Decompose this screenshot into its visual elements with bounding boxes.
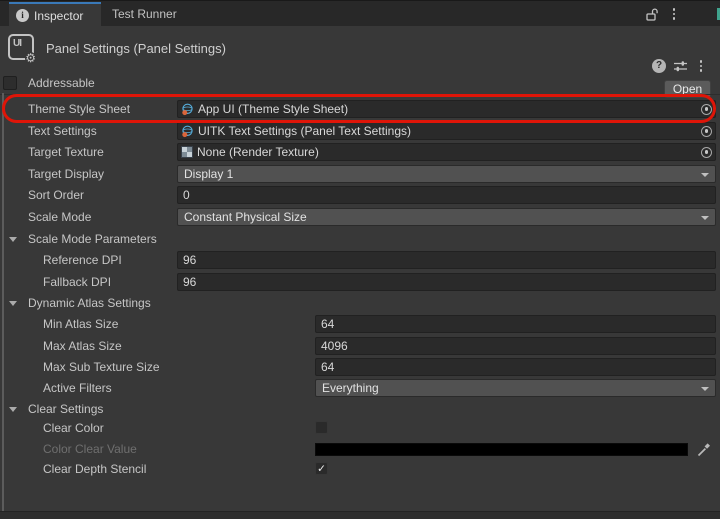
addressable-label: Addressable <box>28 76 95 90</box>
max-atlas-size-input[interactable]: 4096 <box>315 337 716 355</box>
active-filters-label: Active Filters <box>43 381 112 395</box>
tab-inspector-label: Inspector <box>34 8 84 23</box>
preset-icon[interactable] <box>673 59 688 73</box>
panel-bottom-edge <box>0 511 720 519</box>
scale-mode-parameters-label[interactable]: Scale Mode Parameters <box>28 232 157 246</box>
row-clear-color: Clear Color <box>0 418 720 439</box>
row-color-clear-value: Color Clear Value <box>0 439 720 460</box>
object-picker-icon[interactable] <box>701 103 712 115</box>
row-clear-depth-stencil: Clear Depth Stencil ✓ <box>0 459 720 480</box>
active-filters-value: Everything <box>322 381 379 395</box>
tab-test-runner[interactable]: Test Runner <box>112 1 177 27</box>
header-separator <box>0 94 720 95</box>
component-menu-kebab-icon[interactable] <box>695 59 707 73</box>
lock-icon[interactable] <box>644 7 660 22</box>
clear-depth-stencil-label: Clear Depth Stencil <box>43 462 147 476</box>
panel-left-edge <box>2 93 4 519</box>
object-picker-icon[interactable] <box>701 146 712 158</box>
scale-mode-dropdown[interactable]: Constant Physical Size <box>177 208 716 226</box>
theme-style-sheet-object-field[interactable]: App UI (Theme Style Sheet) <box>177 100 716 118</box>
clear-color-checkbox[interactable] <box>315 421 328 434</box>
dropdown-arrow-icon <box>701 173 709 177</box>
row-reference-dpi: Reference DPI 96 <box>0 250 720 271</box>
foldout-icon[interactable] <box>9 301 17 306</box>
render-texture-icon <box>181 146 193 158</box>
foldout-icon[interactable] <box>9 407 17 412</box>
row-target-display: Target Display Display 1 <box>0 164 720 185</box>
text-settings-object-field[interactable]: UITK Text Settings (Panel Text Settings) <box>177 122 716 140</box>
help-icon[interactable]: ? <box>652 59 666 73</box>
page-title: Panel Settings (Panel Settings) <box>46 41 226 56</box>
row-scale-mode-parameters: Scale Mode Parameters <box>0 229 720 250</box>
foldout-icon[interactable] <box>9 237 17 242</box>
theme-style-sheet-label: Theme Style Sheet <box>28 102 131 116</box>
eyedropper-icon[interactable] <box>692 442 716 457</box>
min-atlas-size-input[interactable]: 64 <box>315 315 716 333</box>
row-fallback-dpi: Fallback DPI 96 <box>0 272 720 293</box>
clear-settings-label[interactable]: Clear Settings <box>28 402 103 416</box>
theme-stylesheet-icon <box>182 103 193 115</box>
color-clear-value-label: Color Clear Value <box>43 442 137 456</box>
reference-dpi-label: Reference DPI <box>43 253 122 267</box>
tab-bar: i Inspector Test Runner <box>0 0 720 27</box>
fallback-dpi-label: Fallback DPI <box>43 275 112 289</box>
row-max-atlas-size: Max Atlas Size 4096 <box>0 336 720 357</box>
row-scale-mode: Scale Mode Constant Physical Size <box>0 207 720 228</box>
row-sort-order: Sort Order 0 <box>0 185 720 206</box>
scale-mode-label: Scale Mode <box>28 210 92 224</box>
row-min-atlas-size: Min Atlas Size 64 <box>0 314 720 335</box>
clear-color-label: Clear Color <box>43 421 104 435</box>
text-settings-value: UITK Text Settings (Panel Text Settings) <box>198 124 411 138</box>
color-clear-value-swatch[interactable] <box>315 443 688 456</box>
asset-icon-text: UI <box>13 38 22 49</box>
scale-mode-value: Constant Physical Size <box>184 210 307 224</box>
max-sub-texture-size-label: Max Sub Texture Size <box>43 360 160 374</box>
row-text-settings: Text Settings UITK Text Settings (Panel … <box>0 121 720 142</box>
text-settings-label: Text Settings <box>28 124 97 138</box>
panel-settings-asset-icon: UI ⚙ <box>8 34 36 64</box>
row-dynamic-atlas-settings: Dynamic Atlas Settings <box>0 293 720 314</box>
sort-order-label: Sort Order <box>28 188 85 202</box>
tab-inspector[interactable]: i Inspector <box>9 2 101 27</box>
theme-stylesheet-icon <box>182 125 193 137</box>
target-display-dropdown[interactable]: Display 1 <box>177 165 716 183</box>
active-filters-dropdown[interactable]: Everything <box>315 379 716 397</box>
target-display-label: Target Display <box>28 167 105 181</box>
row-max-sub-texture-size: Max Sub Texture Size 64 <box>0 357 720 378</box>
inspector-header: UI ⚙ Panel Settings (Panel Settings) ? O… <box>0 26 720 98</box>
dropdown-arrow-icon <box>701 216 709 220</box>
reference-dpi-input[interactable]: 96 <box>177 251 716 269</box>
min-atlas-size-label: Min Atlas Size <box>43 317 119 331</box>
target-texture-object-field[interactable]: None (Render Texture) <box>177 143 716 161</box>
dropdown-arrow-icon <box>701 387 709 391</box>
gear-icon: ⚙ <box>25 51 36 65</box>
target-texture-value: None (Render Texture) <box>197 145 319 159</box>
max-atlas-size-label: Max Atlas Size <box>43 339 122 353</box>
clear-depth-stencil-checkbox[interactable]: ✓ <box>315 462 328 475</box>
sort-order-input[interactable]: 0 <box>177 186 716 204</box>
max-sub-texture-size-input[interactable]: 64 <box>315 358 716 376</box>
object-picker-icon[interactable] <box>701 125 712 137</box>
addressable-checkbox[interactable] <box>3 76 17 90</box>
row-clear-settings: Clear Settings <box>0 399 720 420</box>
fallback-dpi-input[interactable]: 96 <box>177 273 716 291</box>
addressable-row: Addressable <box>0 75 720 94</box>
dynamic-atlas-settings-label[interactable]: Dynamic Atlas Settings <box>28 296 151 310</box>
theme-style-sheet-value: App UI (Theme Style Sheet) <box>198 102 349 116</box>
window-menu-kebab-icon[interactable] <box>668 7 680 21</box>
row-target-texture: Target Texture None (Render Texture) <box>0 142 720 163</box>
info-icon: i <box>16 9 29 22</box>
tab-test-runner-label: Test Runner <box>112 7 177 21</box>
row-theme-style-sheet: Theme Style Sheet App UI (Theme Style Sh… <box>0 99 720 120</box>
row-active-filters: Active Filters Everything <box>0 378 720 399</box>
target-texture-label: Target Texture <box>28 145 104 159</box>
unity-inspector-window: i Inspector Test Runner UI ⚙ Panel Setti… <box>0 0 720 519</box>
target-display-value: Display 1 <box>184 167 234 181</box>
